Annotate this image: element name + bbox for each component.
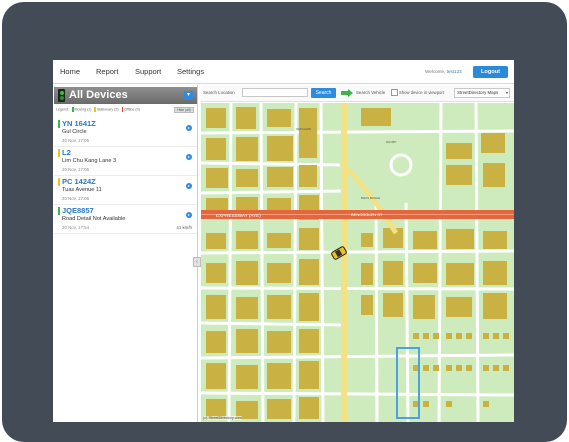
map-provider-select[interactable]: StreetDirectory Maps ▾ [454, 88, 510, 98]
search-button[interactable]: Search [311, 88, 336, 98]
username-link[interactable]: test123 [447, 69, 462, 74]
device-time: 20 Nov, 17:05 [62, 167, 90, 172]
search-location-input[interactable] [242, 88, 308, 97]
map-canvas[interactable]: EXPRESSWAY (AYE) BENCOOLEN ST ORCHARD DH… [201, 103, 514, 422]
nav-settings[interactable]: Settings [177, 67, 204, 76]
show-in-viewport-label: Show device in viewport [399, 90, 444, 95]
legend-moving: Moving (1) [74, 107, 92, 112]
nav-home[interactable]: Home [60, 67, 80, 76]
status-bar [58, 149, 60, 157]
device-item[interactable]: L2 Lim Chu Kang Lane 3 20 Nov, 17:05 ▸ [54, 147, 197, 176]
legend-bar: Legend: Moving (1) Stationary (3) Offlin… [56, 107, 196, 115]
device-name[interactable]: L2 [62, 148, 71, 157]
legend-stationary: Stationary (3) [96, 107, 119, 112]
map-attribution: (c) StreetDirectory.com [203, 416, 242, 420]
collapse-sidebar-handle[interactable]: ‹ [193, 257, 201, 267]
app-screen: Home Report Support Settings Welcome, te… [53, 60, 514, 422]
legend-offline: Offline (0) [124, 107, 140, 112]
map-provider-value: StreetDirectory Maps [457, 90, 499, 95]
device-item[interactable]: YN 1641Z Gul Circle 20 Nov, 17:05 ▸ [54, 118, 197, 147]
device-location: Lim Chu Kang Lane 3 [62, 158, 117, 164]
direction-arrow-icon[interactable] [341, 89, 353, 97]
welcome-prefix: Welcome, [425, 69, 446, 74]
arrow-right-icon[interactable]: ▸ [186, 125, 192, 131]
device-location: Tuas Avenue 11 [62, 187, 102, 193]
device-list: YN 1641Z Gul Circle 20 Nov, 17:05 ▸ L2 L… [54, 118, 197, 234]
search-location-label: Search Location [203, 90, 235, 95]
device-time: 20 Nov, 17:05 [62, 138, 90, 143]
device-item[interactable]: PC 1424Z Tuas Avenue 11 20 Nov, 17:05 ▸ [54, 176, 197, 205]
map-toolbar: Search Location Search Search Vehicle Sh… [201, 85, 514, 102]
status-bar [58, 120, 60, 128]
device-name[interactable]: YN 1641Z [62, 119, 96, 128]
device-speed: 41 km/h [176, 225, 192, 230]
offline-swatch [121, 107, 124, 112]
nav-support[interactable]: Support [135, 67, 161, 76]
hide-all-button[interactable]: Hide (all) [174, 107, 194, 113]
moving-swatch [72, 107, 74, 112]
top-nav: Home Report Support Settings Welcome, te… [53, 60, 514, 84]
logout-button[interactable]: Logout [473, 66, 508, 78]
sidebar-header: All Devices ▾ [54, 87, 197, 104]
device-frame: Home Report Support Settings Welcome, te… [0, 0, 569, 442]
device-location: Gul Circle [62, 129, 87, 135]
status-bar [58, 207, 60, 215]
sidebar-title: All Devices [69, 89, 128, 101]
arrow-right-icon[interactable]: ▸ [186, 154, 192, 160]
arrow-right-icon[interactable]: ▸ [186, 212, 192, 218]
stationary-swatch [94, 107, 96, 112]
road-label: BENCOOLEN ST [351, 212, 383, 217]
arrow-right-icon[interactable]: ▸ [186, 183, 192, 189]
chevron-down-icon[interactable]: ▾ [184, 91, 193, 100]
expressway-label: EXPRESSWAY (AYE) [216, 213, 261, 218]
traffic-light-icon [58, 89, 65, 102]
area-label: DHOBY [386, 140, 397, 144]
device-location: Road Detail Not Available [62, 216, 126, 222]
search-vehicle-label[interactable]: Search Vehicle [356, 90, 385, 95]
street-map[interactable]: EXPRESSWAY (AYE) BENCOOLEN ST ORCHARD DH… [201, 103, 514, 422]
chevron-down-icon: ▾ [505, 90, 508, 95]
nav-report[interactable]: Report [96, 67, 119, 76]
device-time: 20 Nov, 17:05 [62, 196, 90, 201]
welcome-text: Welcome, test123 [425, 69, 462, 74]
device-name[interactable]: JQE8857 [62, 206, 94, 215]
device-item[interactable]: JQE8857 Road Detail Not Available 20 Nov… [54, 205, 197, 234]
legend-label: Legend: [56, 107, 69, 112]
device-sidebar: All Devices ▾ Legend: Moving (1) Station… [53, 85, 201, 422]
device-name[interactable]: PC 1424Z [62, 177, 96, 186]
viewport-checkbox[interactable] [391, 89, 398, 96]
device-time: 20 Nov, 17:54 [62, 225, 90, 230]
area-label: BRAS BASAH [361, 196, 380, 200]
area-label: ORCHARD [296, 127, 312, 131]
status-bar [58, 178, 60, 186]
